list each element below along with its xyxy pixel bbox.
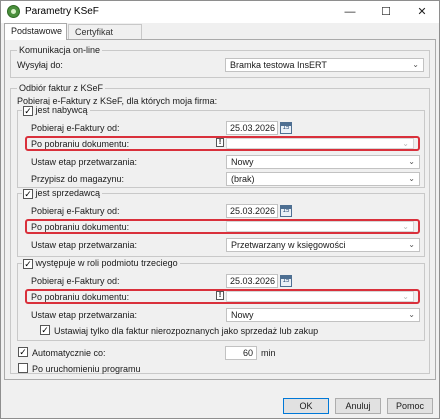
third-party-checkbox[interactable]: ✓	[23, 258, 33, 269]
buyer-date-input[interactable]: 25.03.2026	[226, 121, 278, 135]
buyer-warehouse-label: Przypisz do magazynu:	[31, 174, 125, 184]
dialog-window: Parametry KSeF — ☐ ✕ Podstawowe Certyfik…	[0, 0, 440, 419]
third-date-input[interactable]: 25.03.2026	[226, 274, 278, 288]
communication-legend: Komunikacja on-line	[17, 45, 103, 55]
buyer-warehouse-value: (brak)	[231, 174, 255, 184]
help-button[interactable]: Pomoc	[387, 398, 433, 414]
buyer-warning-icon: !	[216, 138, 224, 147]
title-bar: Parametry KSeF — ☐ ✕	[1, 1, 439, 23]
buyer-checkbox[interactable]: ✓	[23, 105, 33, 116]
maximize-button[interactable]: ☐	[369, 1, 403, 23]
buyer-calendar-icon[interactable]: 15	[280, 122, 292, 134]
third-party-subgroup: ✓ występuje w roli podmiotu trzeciego Po…	[17, 258, 425, 341]
communication-group: Komunikacja on-line Wysyłaj do: Bramka t…	[10, 45, 430, 78]
auto-unit-label: min	[261, 348, 276, 358]
auto-checkbox[interactable]: ✓	[18, 347, 28, 357]
buyer-after-download-label: Po pobraniu dokumentu:	[31, 139, 130, 149]
unrecognized-only-label: Ustawiaj tylko dla faktur nierozpoznanyc…	[54, 326, 319, 336]
chevron-down-icon: ⌄	[408, 174, 415, 183]
seller-stage-value: Przetwarzany w księgowości	[231, 240, 346, 250]
seller-date-input[interactable]: 25.03.2026	[226, 204, 278, 218]
third-stage-value: Nowy	[231, 310, 254, 320]
app-logo-icon	[7, 5, 20, 18]
unrecognized-only-checkbox[interactable]: ✓	[40, 325, 50, 335]
buyer-stage-value: Nowy	[231, 157, 254, 167]
third-party-legend: ✓ występuje w roli podmiotu trzeciego	[22, 258, 180, 269]
window-title: Parametry KSeF	[25, 6, 99, 17]
tab-panel: Komunikacja on-line Wysyłaj do: Bramka t…	[4, 39, 436, 380]
third-stage-select[interactable]: Nowy ⌄	[226, 308, 420, 322]
third-stage-label: Ustaw etap przetwarzania:	[31, 310, 138, 320]
third-after-download-select[interactable]: ⌄	[226, 291, 414, 302]
buyer-date-label: Pobieraj e-Faktury od:	[31, 123, 120, 133]
seller-stage-label: Ustaw etap przetwarzania:	[31, 240, 138, 250]
minimize-button[interactable]: —	[333, 1, 367, 23]
receive-legend: Odbiór faktur z KSeF	[17, 83, 106, 93]
seller-subgroup: ✓ jest sprzedawcą Pobieraj e-Faktury od:…	[17, 188, 425, 257]
seller-calendar-icon[interactable]: 15	[280, 205, 292, 217]
send-to-label: Wysyłaj do:	[17, 60, 63, 70]
chevron-down-icon: ⌄	[412, 60, 419, 69]
seller-stage-select[interactable]: Przetwarzany w księgowości ⌄	[226, 238, 420, 252]
buyer-warehouse-select[interactable]: (brak) ⌄	[226, 172, 420, 186]
third-date-label: Pobieraj e-Faktury od:	[31, 276, 120, 286]
cancel-button[interactable]: Anuluj	[335, 398, 381, 414]
buyer-stage-select[interactable]: Nowy ⌄	[226, 155, 420, 169]
send-to-select[interactable]: Bramka testowa InsERT ⌄	[225, 58, 424, 72]
receive-group: Odbiór faktur z KSeF Pobieraj e-Faktury …	[10, 83, 430, 374]
third-after-download-label: Po pobraniu dokumentu:	[31, 292, 130, 302]
chevron-down-icon: ⌄	[408, 157, 415, 166]
third-calendar-icon[interactable]: 15	[280, 275, 292, 287]
tab-strip: Podstawowe Certyfikat offline	[1, 23, 439, 52]
buyer-stage-label: Ustaw etap przetwarzania:	[31, 157, 138, 167]
send-to-value: Bramka testowa InsERT	[230, 60, 327, 70]
chevron-down-icon: ⌄	[408, 240, 415, 249]
seller-after-download-select[interactable]: ⌄	[226, 221, 414, 232]
auto-label: Automatycznie co:	[32, 348, 106, 358]
buyer-after-download-select[interactable]: ⌄	[226, 138, 414, 149]
seller-checkbox[interactable]: ✓	[23, 188, 33, 199]
chevron-down-icon: ⌄	[402, 222, 409, 231]
third-party-check-label: występuje w roli podmiotu trzeciego	[35, 258, 178, 268]
seller-after-download-label: Po pobraniu dokumentu:	[31, 222, 130, 232]
buyer-check-label: jest nabywcą	[35, 105, 88, 115]
buyer-subgroup: ✓ jest nabywcą Pobieraj e-Faktury od: 25…	[17, 105, 425, 188]
close-button[interactable]: ✕	[405, 1, 439, 23]
startup-label: Po uruchomieniu programu	[32, 364, 141, 374]
chevron-down-icon: ⌄	[402, 139, 409, 148]
seller-date-label: Pobieraj e-Faktury od:	[31, 206, 120, 216]
ok-button[interactable]: OK	[283, 398, 329, 414]
auto-interval-input[interactable]: 60	[225, 346, 257, 360]
tab-podstawowe[interactable]: Podstawowe	[4, 23, 67, 40]
seller-legend: ✓ jest sprzedawcą	[22, 188, 103, 199]
chevron-down-icon: ⌄	[402, 292, 409, 301]
third-warning-icon: !	[216, 291, 224, 300]
chevron-down-icon: ⌄	[408, 310, 415, 319]
startup-checkbox[interactable]	[18, 363, 28, 373]
seller-check-label: jest sprzedawcą	[35, 188, 101, 198]
buyer-legend: ✓ jest nabywcą	[22, 105, 90, 116]
tab-certyfikat-offline[interactable]: Certyfikat offline	[68, 24, 142, 52]
